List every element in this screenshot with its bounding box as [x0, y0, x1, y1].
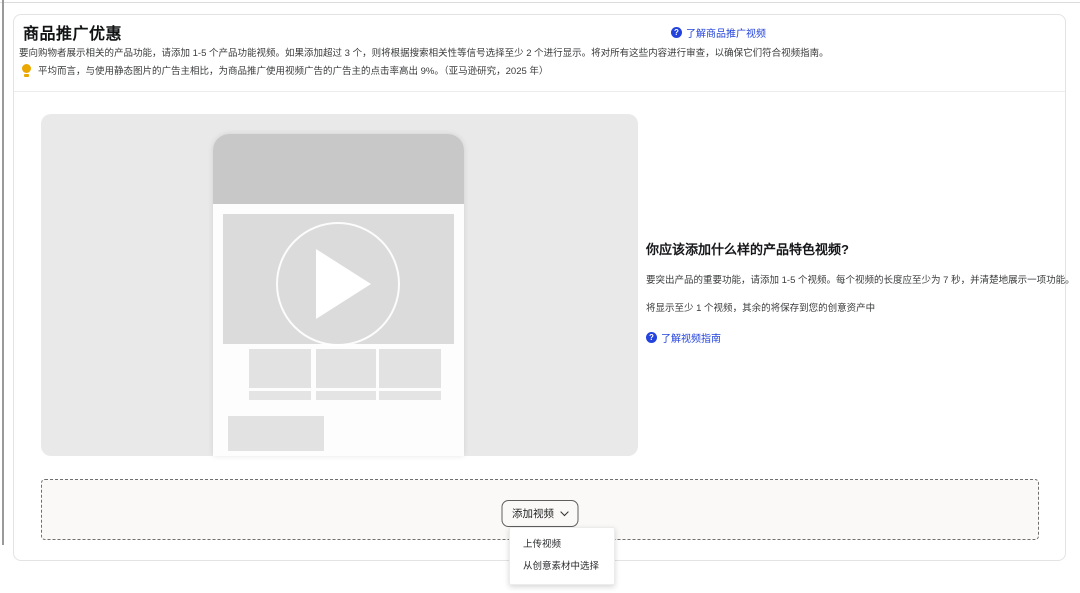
tip-text: 平均而言，与使用静态图片的广告主相比，为商品推广使用视频广告的广告主的点击率高出… — [38, 63, 548, 77]
phone-status-bar — [213, 134, 464, 204]
page-left-border — [2, 0, 4, 545]
page-title: 商品推广优惠 — [23, 20, 122, 44]
play-icon — [316, 249, 371, 319]
add-video-button-label: 添加视频 — [512, 506, 554, 521]
lightbulb-icon — [22, 64, 31, 77]
video-guidelines-link[interactable]: ? 了解视频指南 — [646, 330, 721, 345]
video-info-block: 你应该添加什么样的产品特色视频? 要突出产品的重要功能，请添加 1-5 个视频。… — [646, 239, 1058, 345]
learn-sponsored-videos-link[interactable]: ? 了解商品推广视频 — [671, 25, 766, 40]
video-guidelines-link-label: 了解视频指南 — [661, 330, 721, 345]
info-heading: 你应该添加什么样的产品特色视频? — [646, 239, 1058, 258]
video-preview-panel — [41, 114, 638, 456]
phone-mockup — [213, 134, 464, 456]
question-circle-icon: ? — [646, 332, 657, 343]
placeholder-card — [379, 349, 441, 388]
page-top-border — [0, 2, 1080, 3]
add-video-button[interactable]: 添加视频 — [501, 500, 578, 527]
placeholder-card — [249, 349, 311, 388]
placeholder-caption — [379, 391, 441, 400]
sponsored-products-video-card: 商品推广优惠 ? 了解商品推广视频 要向购物者展示相关的产品功能，请添加 1-5… — [13, 14, 1066, 561]
tip-row: 平均而言，与使用静态图片的广告主相比，为商品推广使用视频广告的广告主的点击率高出… — [22, 63, 548, 77]
chevron-down-icon — [560, 508, 568, 516]
section-description: 要向购物者展示相关的产品功能，请添加 1-5 个产品功能视频。如果添加超过 3 … — [19, 45, 829, 59]
placeholder-caption — [316, 391, 376, 400]
placeholder-footer-block — [228, 416, 324, 451]
menu-item-upload-video[interactable]: 上传视频 — [510, 534, 614, 556]
learn-sponsored-videos-link-label: 了解商品推广视频 — [686, 25, 766, 40]
question-circle-icon: ? — [671, 27, 682, 38]
info-line-2: 将显示至少 1 个视频，其余的将保存到您的创意资产中 — [646, 300, 1058, 314]
menu-item-choose-from-creative-assets[interactable]: 从创意素材中选择 — [510, 556, 614, 578]
placeholder-card — [316, 349, 376, 388]
info-line-1: 要突出产品的重要功能，请添加 1-5 个视频。每个视频的长度应至少为 7 秒，并… — [646, 272, 1058, 286]
placeholder-caption — [249, 391, 311, 400]
add-video-menu: 上传视频 从创意素材中选择 — [509, 527, 615, 585]
header-divider — [14, 91, 1065, 92]
